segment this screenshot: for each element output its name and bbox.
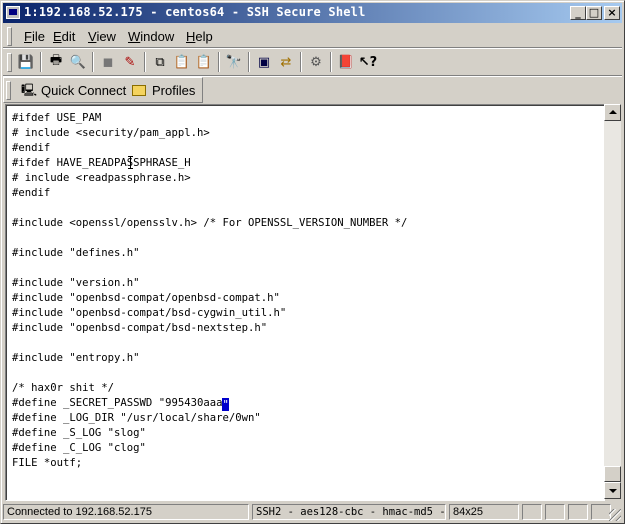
menu-window-rest: indow [140,29,175,44]
terminal-line: #include "openbsd-compat/bsd-cygwin_util… [12,307,287,319]
status-panel [545,504,565,520]
menu-edit-rest: dit [61,29,76,44]
menu-bar: File Edit View Window Help [3,25,622,47]
terminal-line: #ifdef HAVE_READPASSPHRASE_H [12,157,191,169]
terminal-line: # include <readpassphrase.h> [12,172,191,184]
keygen-icon[interactable]: ⚙ [306,52,326,72]
terminal-line: #endif [12,187,51,199]
terminal-line: #include "openbsd-compat/openbsd-compat.… [12,292,280,304]
arrow-down-icon [609,489,617,493]
disconnect-icon[interactable]: ◼ [98,52,118,72]
status-panel [591,504,611,520]
menu-edit[interactable]: Edit [53,29,75,44]
menu-view[interactable]: View [88,29,116,44]
find-icon[interactable]: 🔭 [224,52,244,72]
scroll-thumb[interactable] [604,466,621,482]
toolbar-grip[interactable] [7,53,12,72]
terminal-line: #endif [12,142,51,154]
menu-file-rest: ile [31,29,45,44]
terminal-line: #include "defines.h" [12,247,140,259]
profiles-bar-grip[interactable] [6,81,11,100]
new-file-transfer-icon[interactable]: ⇄ [276,52,296,72]
terminal-line: #define _SECRET_PASSWD "995430aaa" [12,397,230,411]
context-help-icon[interactable]: ↖? [358,52,378,72]
menu-view-rest: iew [96,29,116,44]
settings-icon[interactable]: ✎ [120,52,140,72]
terminal-area[interactable]: #ifdef USE_PAM # include <security/pam_ap… [5,104,605,501]
window-title: 1:192.168.52.175 - centos64 - SSH Secure… [24,5,366,19]
save-icon[interactable]: 💾 [16,52,36,72]
paste-special-icon[interactable]: 📋 [194,52,214,72]
status-bar: Connected to 192.168.52.175 SSH2 - aes12… [3,502,622,522]
toolbar-separator [300,52,302,72]
title-bar[interactable]: 1:192.168.52.175 - centos64 - SSH Secure… [3,3,622,23]
print-icon[interactable]: 🖶 [46,52,66,72]
toolbar-separator [144,52,146,72]
toolbar-separator [218,52,220,72]
terminal-line: #define _S_LOG "slog" [12,427,146,439]
copy-icon[interactable]: ⧉ [150,52,170,72]
terminal-line: #define _LOG_DIR "/usr/local/share/0wn" [12,412,261,424]
terminal-line: #include <openssl/opensslv.h> /* For OPE… [12,217,408,229]
terminal-line: FILE *outf; [12,457,83,469]
terminal-line: #include "entropy.h" [12,352,140,364]
status-size: 84x25 [449,504,519,520]
profiles-bar: 🖳 Quick Connect Profiles [3,77,203,103]
menu-help[interactable]: Help [186,29,213,44]
profiles-label: Profiles [152,82,196,98]
vertical-scrollbar[interactable] [604,104,621,499]
toolbar-separator [330,52,332,72]
quick-connect-button[interactable]: 🖳 Quick Connect [21,81,126,99]
status-lock-panel [522,504,542,520]
scroll-up-button[interactable] [604,104,621,121]
terminal-cursor: " [222,398,230,411]
menu-file[interactable]: File [24,29,45,44]
menu-help-accel: H [186,29,196,44]
terminal-line: #include "version.h" [12,277,140,289]
terminal-line: # include <security/pam_appl.h> [12,127,210,139]
profiles-button[interactable]: Profiles [132,81,195,99]
terminal-line: #ifdef USE_PAM [12,112,102,124]
status-panel [568,504,588,520]
menu-edit-accel: E [53,29,62,44]
ssh-window: 1:192.168.52.175 - centos64 - SSH Secure… [0,0,625,524]
minimize-button[interactable]: _ [570,6,586,20]
menu-window-accel: W [128,29,141,44]
menu-window[interactable]: Window [128,29,174,44]
terminal-line: /* hax0r shit */ [12,382,115,394]
toolbar-separator [248,52,250,72]
help-book-icon[interactable]: 📕 [336,52,356,72]
resize-grip[interactable] [609,509,621,521]
toolbar: 💾 🖶 🔍 ◼ ✎ ⧉ 📋 📋 🔭 ▣ ⇄ ⚙ 📕 ↖? [3,49,622,75]
quick-connect-label: Quick Connect [41,82,127,98]
maximize-button[interactable]: □ [586,6,602,20]
toolbar-separator [92,52,94,72]
status-connection: Connected to 192.168.52.175 [3,504,249,520]
paste-icon[interactable]: 📋 [172,52,192,72]
text-cursor-ibeam [128,156,134,169]
print-preview-icon[interactable]: 🔍 [68,52,88,72]
new-terminal-icon[interactable]: ▣ [254,52,274,72]
app-icon[interactable] [6,6,20,19]
toolbar-separator [40,52,42,72]
menubar-grip[interactable] [7,27,12,46]
arrow-up-icon [609,110,617,114]
folder-icon [132,84,146,96]
scroll-down-button[interactable] [604,482,621,499]
menu-file-accel: F [24,29,32,44]
terminal-line: #define _C_LOG "clog" [12,442,146,454]
quick-connect-icon: 🖳 [21,82,38,97]
terminal-line: #include "openbsd-compat/bsd-nextstep.h" [12,322,268,334]
status-cipher: SSH2 - aes128-cbc - hmac-md5 - z [252,504,446,520]
close-button[interactable]: × [604,6,620,20]
menu-help-rest: elp [195,29,213,44]
terminal-text: #ifdef USE_PAM # include <security/pam_ap… [12,111,407,471]
